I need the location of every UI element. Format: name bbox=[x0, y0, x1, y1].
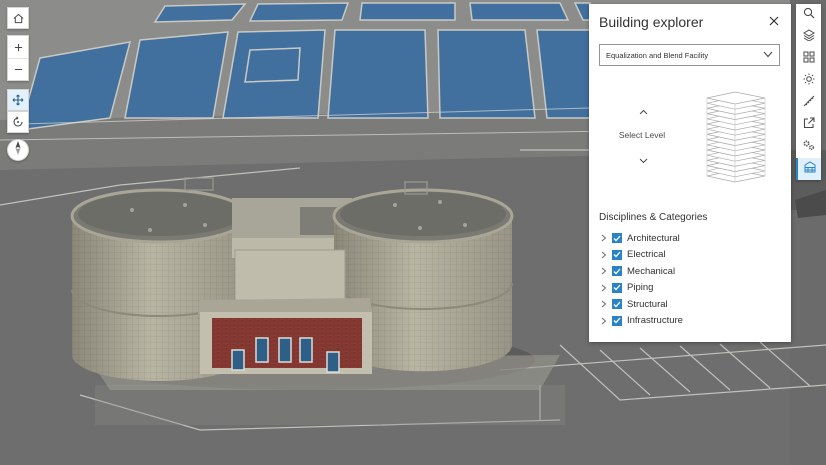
settings-icon bbox=[802, 138, 815, 156]
category-row[interactable]: Infrastructure bbox=[601, 314, 683, 328]
search-icon bbox=[803, 6, 815, 24]
category-checkbox[interactable] bbox=[612, 299, 622, 309]
daylight-icon bbox=[803, 72, 815, 90]
check-icon bbox=[613, 251, 621, 258]
pan-button[interactable] bbox=[7, 89, 29, 111]
share-icon bbox=[803, 116, 815, 134]
panel-title: Building explorer bbox=[599, 14, 704, 30]
category-checkbox[interactable] bbox=[612, 282, 622, 293]
category-label: Piping bbox=[627, 282, 654, 293]
category-row[interactable]: Mechanical bbox=[601, 264, 675, 278]
chevron-right-icon[interactable] bbox=[601, 250, 610, 260]
level-down-button[interactable] bbox=[637, 155, 649, 165]
action-bar bbox=[796, 4, 821, 180]
compass-icon bbox=[13, 140, 23, 160]
category-label: Electrical bbox=[627, 249, 666, 260]
check-icon bbox=[613, 268, 621, 274]
chevron-up-icon bbox=[639, 102, 648, 120]
close-icon bbox=[767, 15, 781, 32]
basemap-icon bbox=[803, 50, 815, 68]
search-button[interactable] bbox=[796, 4, 821, 26]
share-button[interactable] bbox=[796, 114, 821, 136]
layers-icon bbox=[802, 28, 815, 46]
category-row[interactable]: Electrical bbox=[601, 248, 666, 262]
check-icon bbox=[613, 284, 621, 291]
zoom-control bbox=[7, 35, 29, 81]
rotate-icon bbox=[12, 116, 24, 128]
pan-icon bbox=[12, 94, 24, 106]
measure-button[interactable] bbox=[796, 92, 821, 114]
chevron-right-icon[interactable] bbox=[601, 316, 610, 326]
zoom-out-button[interactable] bbox=[8, 58, 28, 80]
building-explorer-panel: Building explorer Equalization and Blend… bbox=[589, 4, 791, 342]
compass-button[interactable] bbox=[7, 139, 29, 161]
settings-button[interactable] bbox=[796, 136, 821, 158]
chevron-right-icon[interactable] bbox=[601, 266, 610, 276]
building-explorer-icon bbox=[804, 160, 816, 178]
category-row[interactable]: Architectural bbox=[601, 231, 680, 245]
chevron-right-icon[interactable] bbox=[601, 233, 610, 243]
daylight-button[interactable] bbox=[796, 70, 821, 92]
category-row[interactable]: Structural bbox=[601, 297, 668, 311]
zoom-in-icon bbox=[14, 39, 23, 56]
facility-select-value: Equalization and Blend Facility bbox=[606, 50, 709, 60]
check-icon bbox=[613, 317, 621, 324]
home-button[interactable] bbox=[7, 7, 29, 29]
disciplines-heading: Disciplines & Categories bbox=[599, 212, 708, 223]
layers-button[interactable] bbox=[796, 26, 821, 48]
chevron-right-icon[interactable] bbox=[601, 299, 610, 309]
category-row[interactable]: Piping bbox=[601, 281, 653, 295]
close-button[interactable] bbox=[767, 14, 781, 28]
zoom-in-button[interactable] bbox=[8, 36, 28, 58]
chevron-down-icon bbox=[639, 151, 648, 169]
category-checkbox[interactable] bbox=[612, 249, 622, 260]
select-level-label: Select Level bbox=[618, 130, 666, 140]
level-up-button[interactable] bbox=[637, 106, 649, 116]
chevron-right-icon[interactable] bbox=[601, 283, 610, 293]
rotate-button[interactable] bbox=[7, 111, 29, 133]
check-icon bbox=[613, 301, 621, 307]
category-checkbox[interactable] bbox=[612, 315, 622, 326]
facility-select[interactable]: Equalization and Blend Facility bbox=[599, 44, 780, 66]
chevron-down-icon bbox=[763, 51, 773, 60]
basemap-button[interactable] bbox=[796, 48, 821, 70]
check-icon bbox=[613, 235, 621, 241]
level-stack[interactable] bbox=[705, 82, 767, 197]
category-checkbox[interactable] bbox=[612, 233, 622, 243]
zoom-out-icon bbox=[14, 61, 23, 78]
category-label: Infrastructure bbox=[627, 315, 683, 326]
category-label: Mechanical bbox=[627, 265, 676, 277]
building-explorer-button[interactable] bbox=[796, 158, 821, 180]
category-label: Architectural bbox=[627, 232, 680, 244]
category-checkbox[interactable] bbox=[612, 266, 622, 276]
measure-icon bbox=[803, 94, 815, 112]
home-icon bbox=[13, 13, 24, 24]
category-label: Structural bbox=[627, 298, 668, 310]
